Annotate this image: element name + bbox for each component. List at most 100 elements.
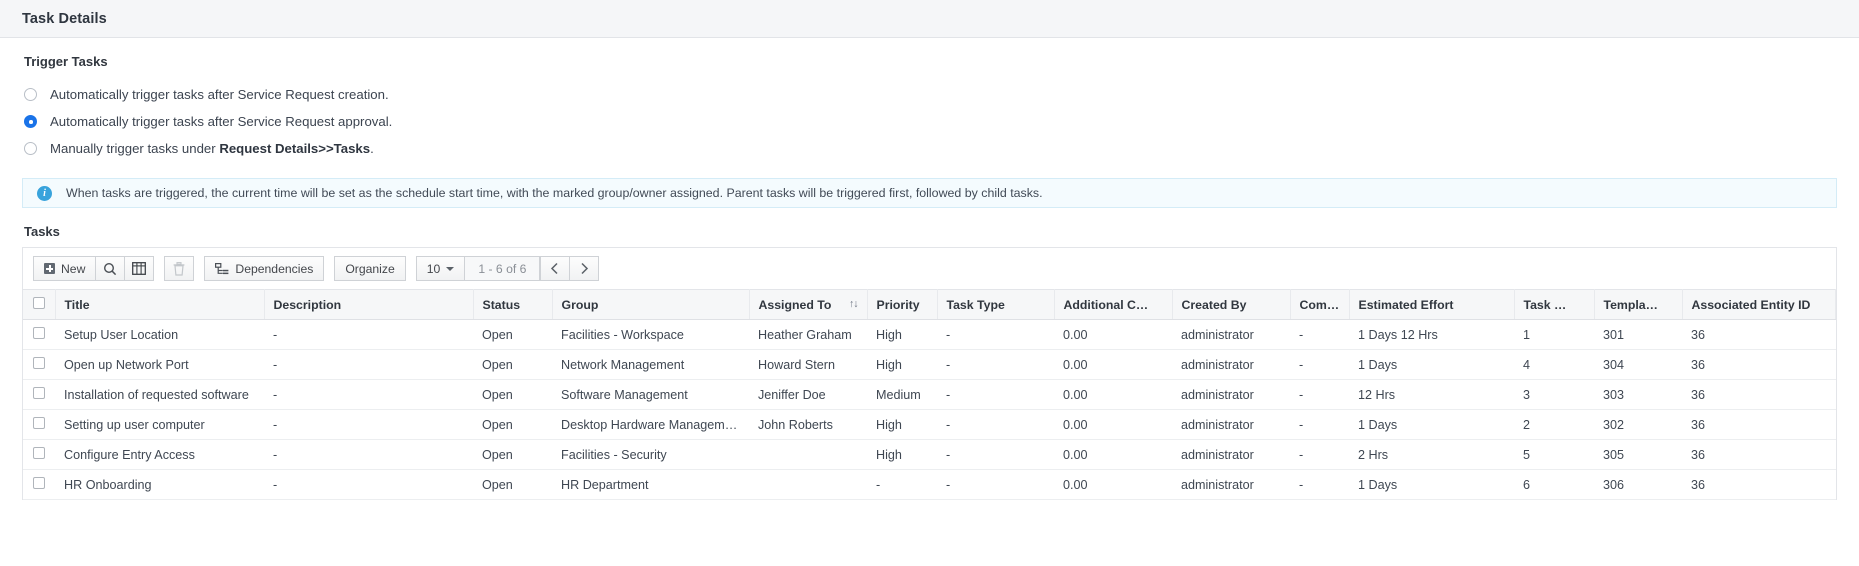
row-select-cell[interactable] — [23, 410, 55, 440]
info-banner: i When tasks are triggered, the current … — [22, 178, 1837, 208]
cell-assigned-to: Heather Graham — [749, 320, 867, 350]
cell-additional-cost: 0.00 — [1054, 350, 1172, 380]
cell-additional-cost: 0.00 — [1054, 320, 1172, 350]
prev-page-button[interactable] — [540, 256, 570, 281]
column-header-group[interactable]: Group — [552, 290, 749, 320]
column-header-created-by[interactable]: Created By — [1172, 290, 1290, 320]
column-header-assigned-to[interactable]: Assigned To ↑↓ — [749, 290, 867, 320]
radio-creation-indicator[interactable] — [24, 88, 37, 101]
panel-body: Trigger Tasks Automatically trigger task… — [0, 38, 1859, 500]
radio-option-creation[interactable]: Automatically trigger tasks after Servic… — [24, 81, 1837, 108]
row-select-cell[interactable] — [23, 320, 55, 350]
cell-comments: - — [1290, 350, 1349, 380]
cell-estimated-effort: 1 Days — [1349, 410, 1514, 440]
cell-description: - — [264, 320, 473, 350]
tasks-grid: New — [22, 247, 1837, 500]
info-banner-text: When tasks are triggered, the current ti… — [66, 186, 1043, 200]
sort-arrows-icon[interactable]: ↑↓ — [849, 298, 858, 310]
radio-manual-label-pre: Manually trigger tasks under — [50, 141, 219, 156]
dependencies-icon — [215, 263, 229, 275]
row-checkbox[interactable] — [33, 357, 45, 369]
row-checkbox[interactable] — [33, 417, 45, 429]
select-all-checkbox[interactable] — [33, 297, 45, 309]
cell-title[interactable]: Open up Network Port — [55, 350, 264, 380]
cell-priority: High — [867, 410, 937, 440]
column-header-template[interactable]: Templa… — [1594, 290, 1682, 320]
row-checkbox[interactable] — [33, 477, 45, 489]
cell-additional-cost: 0.00 — [1054, 440, 1172, 470]
column-header-additional-cost[interactable]: Additional C… — [1054, 290, 1172, 320]
organize-button[interactable]: Organize — [334, 256, 405, 281]
select-all-header[interactable] — [23, 290, 55, 320]
trigger-tasks-radio-group[interactable]: Automatically trigger tasks after Servic… — [24, 81, 1837, 162]
cell-priority: High — [867, 350, 937, 380]
column-header-task-order[interactable]: Task … — [1514, 290, 1594, 320]
table-row[interactable]: Setup User Location-OpenFacilities - Wor… — [23, 320, 1836, 350]
panel-header: Task Details — [0, 0, 1859, 38]
row-checkbox[interactable] — [33, 387, 45, 399]
search-button[interactable] — [95, 256, 125, 281]
cell-assigned-to: Jeniffer Doe — [749, 380, 867, 410]
cell-template: 301 — [1594, 320, 1682, 350]
column-header-description[interactable]: Description — [264, 290, 473, 320]
table-row[interactable]: Configure Entry Access-OpenFacilities - … — [23, 440, 1836, 470]
cell-title[interactable]: Setting up user computer — [55, 410, 264, 440]
cell-title[interactable]: Installation of requested software — [55, 380, 264, 410]
row-checkbox[interactable] — [33, 447, 45, 459]
cell-template: 306 — [1594, 470, 1682, 500]
cell-title[interactable]: Setup User Location — [55, 320, 264, 350]
cell-group: Desktop Hardware Manageme… — [552, 410, 749, 440]
radio-option-manual[interactable]: Manually trigger tasks under Request Det… — [24, 135, 1837, 162]
cell-description: - — [264, 470, 473, 500]
cell-description: - — [264, 380, 473, 410]
cell-additional-cost: 0.00 — [1054, 380, 1172, 410]
cell-description: - — [264, 350, 473, 380]
table-row[interactable]: Open up Network Port-OpenNetwork Managem… — [23, 350, 1836, 380]
cell-created-by: administrator — [1172, 350, 1290, 380]
cell-title[interactable]: HR Onboarding — [55, 470, 264, 500]
cell-additional-cost: 0.00 — [1054, 470, 1172, 500]
cell-task-order: 4 — [1514, 350, 1594, 380]
column-header-status[interactable]: Status — [473, 290, 552, 320]
row-select-cell[interactable] — [23, 470, 55, 500]
radio-manual-indicator[interactable] — [24, 142, 37, 155]
column-header-associated-entity-id[interactable]: Associated Entity ID — [1682, 290, 1836, 320]
row-select-cell[interactable] — [23, 350, 55, 380]
radio-option-approval[interactable]: Automatically trigger tasks after Servic… — [24, 108, 1837, 135]
chevron-down-icon — [446, 267, 454, 271]
plus-square-icon — [44, 263, 55, 274]
page-size-select[interactable]: 10 — [416, 256, 466, 281]
cell-template: 304 — [1594, 350, 1682, 380]
cell-associated-entity-id: 36 — [1682, 410, 1836, 440]
trigger-tasks-label: Trigger Tasks — [24, 54, 1837, 69]
cell-task-order: 6 — [1514, 470, 1594, 500]
table-row[interactable]: HR Onboarding-OpenHR Department--0.00adm… — [23, 470, 1836, 500]
cell-task-type: - — [937, 320, 1054, 350]
column-header-estimated-effort[interactable]: Estimated Effort — [1349, 290, 1514, 320]
page-size-value: 10 — [427, 262, 441, 276]
cell-title[interactable]: Configure Entry Access — [55, 440, 264, 470]
cell-status: Open — [473, 320, 552, 350]
cell-group: HR Department — [552, 470, 749, 500]
cell-task-type: - — [937, 380, 1054, 410]
new-button[interactable]: New — [33, 256, 96, 281]
cell-status: Open — [473, 410, 552, 440]
column-header-title[interactable]: Title — [55, 290, 264, 320]
cell-created-by: administrator — [1172, 320, 1290, 350]
cell-status: Open — [473, 470, 552, 500]
row-checkbox[interactable] — [33, 327, 45, 339]
cell-created-by: administrator — [1172, 440, 1290, 470]
table-row[interactable]: Setting up user computer-OpenDesktop Har… — [23, 410, 1836, 440]
new-button-label: New — [61, 262, 85, 276]
radio-approval-indicator[interactable] — [24, 115, 37, 128]
column-header-comments[interactable]: Com… — [1290, 290, 1349, 320]
next-page-button[interactable] — [569, 256, 599, 281]
column-header-priority[interactable]: Priority — [867, 290, 937, 320]
row-select-cell[interactable] — [23, 440, 55, 470]
table-row[interactable]: Installation of requested software-OpenS… — [23, 380, 1836, 410]
row-select-cell[interactable] — [23, 380, 55, 410]
dependencies-button[interactable]: Dependencies — [204, 256, 324, 281]
columns-button[interactable] — [124, 256, 154, 281]
column-header-assigned-to-label: Assigned To — [759, 298, 832, 312]
column-header-task-type[interactable]: Task Type — [937, 290, 1054, 320]
